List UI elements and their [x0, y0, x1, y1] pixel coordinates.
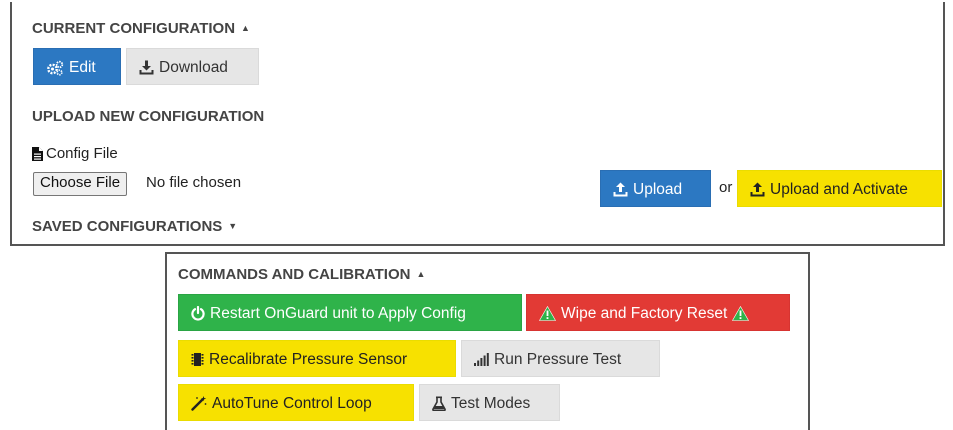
current-configuration-heading[interactable]: CURRENT CONFIGURATION ▲	[32, 20, 250, 37]
restart-button[interactable]: Restart OnGuard unit to Apply Config	[178, 294, 522, 331]
commands-calibration-heading[interactable]: COMMANDS AND CALIBRATION ▲	[178, 266, 425, 283]
upload-configuration-title: UPLOAD NEW CONFIGURATION	[32, 108, 265, 125]
commands-panel: COMMANDS AND CALIBRATION ▲ Restart OnGuar…	[165, 252, 810, 430]
autotune-control-loop-button[interactable]: AutoTune Control Loop	[178, 384, 414, 421]
saved-configurations-heading[interactable]: SAVED CONFIGURATIONS ▼	[32, 218, 237, 235]
flask-icon	[432, 396, 446, 412]
recalibrate-pressure-sensor-button[interactable]: Recalibrate Pressure Sensor	[178, 340, 456, 377]
test-modes-button[interactable]: Test Modes	[419, 384, 560, 421]
power-icon	[191, 306, 205, 321]
warning-icon	[732, 306, 750, 322]
wipe-factory-reset-button[interactable]: Wipe and Factory Reset	[526, 294, 790, 331]
download-icon	[139, 60, 154, 75]
saved-configurations-title: SAVED CONFIGURATIONS	[32, 218, 223, 235]
upload-and-activate-label: Upload and Activate	[770, 181, 908, 198]
config-file-text: Config File	[46, 145, 118, 162]
caret-up-icon: ▲	[241, 23, 250, 33]
run-pressure-test-button[interactable]: Run Pressure Test	[461, 340, 660, 377]
restart-label: Restart OnGuard unit to Apply Config	[210, 305, 466, 322]
choose-file-button[interactable]: Choose File	[33, 172, 128, 196]
download-button[interactable]: Download	[126, 48, 259, 85]
test-modes-label: Test Modes	[451, 395, 531, 412]
upload-icon	[750, 182, 765, 197]
run-pressure-test-label: Run Pressure Test	[494, 351, 622, 368]
magic-wand-icon	[191, 396, 207, 412]
upload-and-activate-button[interactable]: Upload and Activate	[737, 170, 942, 207]
file-icon	[32, 147, 43, 162]
autotune-control-loop-label: AutoTune Control Loop	[212, 395, 372, 412]
warning-icon	[539, 306, 556, 322]
cogs-icon	[46, 60, 64, 76]
config-file-label: Config File	[32, 145, 118, 162]
configuration-panel: CURRENT CONFIGURATION ▲ Edit Download UPL…	[10, 2, 945, 246]
upload-configuration-heading: UPLOAD NEW CONFIGURATION	[32, 108, 264, 125]
upload-label: Upload	[633, 181, 683, 198]
download-label: Download	[159, 59, 228, 76]
caret-up-icon: ▲	[416, 269, 426, 279]
caret-down-icon: ▼	[228, 221, 238, 231]
no-file-chosen-text: No file chosen	[146, 174, 242, 191]
recalibrate-pressure-sensor-label: Recalibrate Pressure Sensor	[209, 351, 408, 368]
upload-icon	[613, 182, 628, 197]
wipe-factory-reset-label: Wipe and Factory Reset	[561, 305, 728, 322]
upload-button[interactable]: Upload	[600, 170, 711, 207]
edit-button[interactable]: Edit	[33, 48, 121, 85]
chip-icon	[191, 352, 204, 367]
current-configuration-title: CURRENT CONFIGURATION	[32, 20, 236, 37]
or-text: or	[719, 179, 733, 196]
signal-bars-icon	[474, 353, 489, 367]
edit-label: Edit	[69, 59, 96, 76]
commands-calibration-title: COMMANDS AND CALIBRATION	[178, 266, 411, 283]
